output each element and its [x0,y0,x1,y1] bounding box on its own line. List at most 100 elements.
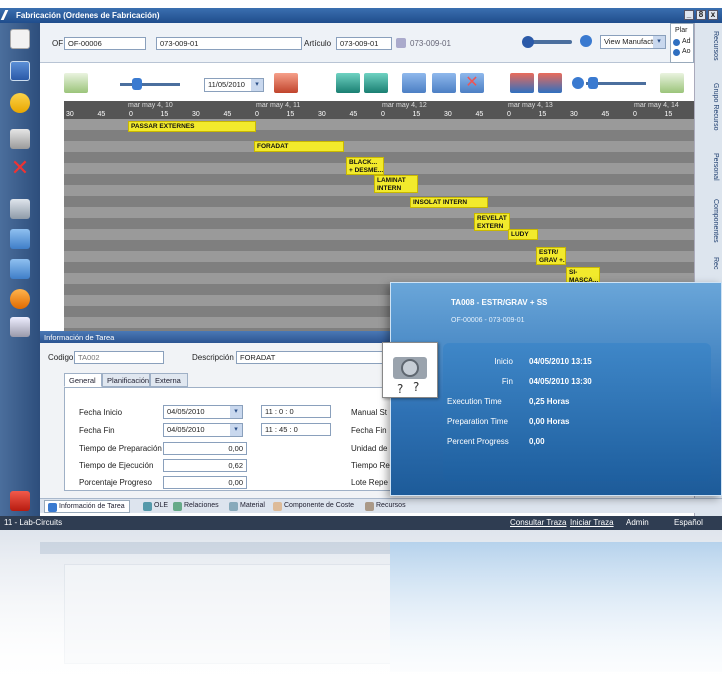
close-button[interactable]: x [708,10,718,20]
clock-icon[interactable] [10,229,30,249]
of-input[interactable]: OF-00006 [64,37,146,50]
expand-icon[interactable] [432,73,456,93]
move-left-icon[interactable] [64,73,88,93]
task-label: FORADAT [257,143,289,150]
chart-alt-icon[interactable] [538,73,562,93]
task-label: PASSAR EXTERNES [131,123,195,130]
schedule-forward-icon[interactable] [336,73,360,93]
right-tab-personal[interactable]: Personal [699,153,719,181]
gantt-task-bar[interactable]: PASSAR EXTERNES [128,121,256,132]
print-icon[interactable] [10,129,30,149]
exit-icon[interactable] [10,491,30,511]
gantt-task-bar[interactable]: REVELAT EXTERN [474,213,510,231]
article-description: 073-009-01 [410,39,451,48]
zoom-in-icon[interactable] [572,77,584,89]
right-tab-rec[interactable]: Rec [699,257,719,269]
order-header: OF OF-00006 073-009-01 Artículo 073-009-… [40,23,722,63]
bottom-tab-informacion[interactable]: Información de Tarea [44,500,130,513]
timescale-tick-label: 45 [349,111,358,118]
move-right-icon[interactable] [660,73,684,93]
timescale-day-label: mar may 4, 12 [382,102,427,109]
clock-delete-icon[interactable] [10,259,30,279]
timescale-tick-label: 45 [601,111,610,118]
gantt-task-bar[interactable]: FORADAT [254,141,344,152]
chart-icon[interactable] [510,73,534,93]
bottom-tab-relaciones[interactable]: Relaciones [170,500,223,513]
language-select[interactable]: Español [674,518,703,527]
article-input[interactable]: 073-009-01 [336,37,392,50]
timescale-tick-label: 30 [318,111,326,118]
bottom-tab-material[interactable]: Material [226,500,269,513]
tab-general[interactable]: General [64,373,102,387]
tab-externa[interactable]: Externa [150,373,188,387]
slider-knob[interactable] [132,78,142,90]
gantt-task-bar[interactable]: ESTR/GRAV +... [536,247,566,265]
tab-planificacion[interactable]: Planificación [102,373,150,387]
resources-icon [365,502,374,511]
fecha-inicio-label: Fecha Inicio [79,408,123,417]
gantt-task-bar[interactable]: LUDY [508,229,538,240]
task-label: ESTR/ [539,249,559,256]
gantt-row [64,218,694,229]
iniciar-traza-link[interactable]: Iniciar Traza [570,518,614,527]
timescale-day-label: mar may 4, 13 [508,102,553,109]
fecha-fin-picker[interactable]: 04/05/2010 ▾ [163,423,243,437]
date-select[interactable]: 11/05/2010 ▾ [204,78,264,92]
consultar-traza-link[interactable]: Consultar Traza [510,518,566,527]
timescale-tick-label: 15 [664,111,673,118]
gantt-task-bar[interactable]: INSOLAT INTERN [410,197,488,208]
timescale-tick-label: 45 [223,111,232,118]
timescale-tick-label: 0 [633,111,637,118]
timescale-slider[interactable] [120,78,180,90]
right-tab-grupo-recurso[interactable]: Grupo Recurso [699,83,719,130]
bottom-tab-coste[interactable]: Componente de Coste [270,500,358,513]
settings-icon[interactable] [10,317,30,337]
plan-radio-2[interactable] [673,49,680,56]
slider-knob[interactable] [522,36,534,48]
group-icon[interactable] [402,73,426,93]
view-select[interactable]: View Manufactu ▾ [600,35,666,49]
timescale-tick-label: 30 [66,111,74,118]
plan-radio-1[interactable] [673,39,680,46]
gantt-row [64,141,694,152]
refresh-icon[interactable] [10,289,30,309]
hora-fin-input[interactable]: 11 : 45 : 0 [261,423,331,436]
schedule-backward-icon[interactable] [364,73,388,93]
timescale-tick-label: 45 [475,111,484,118]
tooltip-title: TA008 - ESTR/GRAV + SS [451,298,548,307]
bottom-tab-ole[interactable]: OLE [140,500,172,513]
calendar-icon[interactable] [274,73,298,93]
status-company: 11 - Lab-Circuits [4,518,63,527]
reflection-fade [0,530,722,697]
preparacion-input[interactable]: 0,00 [163,442,247,455]
bottom-tab-recursos[interactable]: Recursos [362,500,410,513]
hora-inicio-input[interactable]: 11 : 0 : 0 [261,405,331,418]
app-screen: Fabricación (Ordenes de Fabricación) _ 8… [0,0,722,697]
save-icon[interactable] [10,61,30,81]
of-description-input[interactable]: 073-009-01 [156,37,302,50]
right-tab-recursos[interactable]: Recursos [699,31,719,61]
maximize-button[interactable]: 8 [696,10,706,20]
new-document-icon[interactable] [10,29,30,49]
admin-user[interactable]: Admin [626,518,649,527]
screen-reflection [0,530,722,697]
zoom-slider[interactable] [522,36,572,48]
add-icon[interactable] [580,35,592,47]
descripcion-input[interactable]: FORADAT [236,351,386,364]
article-search-icon[interactable] [396,38,406,48]
gantt-task-bar[interactable]: LAMINAT INTERN [374,175,418,193]
fecha-inicio-picker[interactable]: 04/05/2010 ▾ [163,405,243,419]
status-bar: 11 - Lab-Circuits Consultar Traza Inicia… [0,516,722,530]
ejecucion-input[interactable]: 0,62 [163,459,247,472]
database-icon[interactable] [10,93,30,113]
codigo-input[interactable]: TA002 [74,351,164,364]
right-tab-componentes[interactable]: Componentes [699,199,719,243]
gantt-task-bar[interactable]: BLACK... + DESME... [346,157,384,175]
collapse-icon[interactable]: ✕ [460,73,484,93]
slider-knob[interactable] [588,77,598,89]
minimize-button[interactable]: _ [684,10,694,20]
progreso-input[interactable]: 0,00 [163,476,247,489]
image-icon[interactable] [10,199,30,219]
zoom-gantt-slider[interactable] [586,77,646,89]
delete-icon[interactable]: ✕ [10,157,30,179]
